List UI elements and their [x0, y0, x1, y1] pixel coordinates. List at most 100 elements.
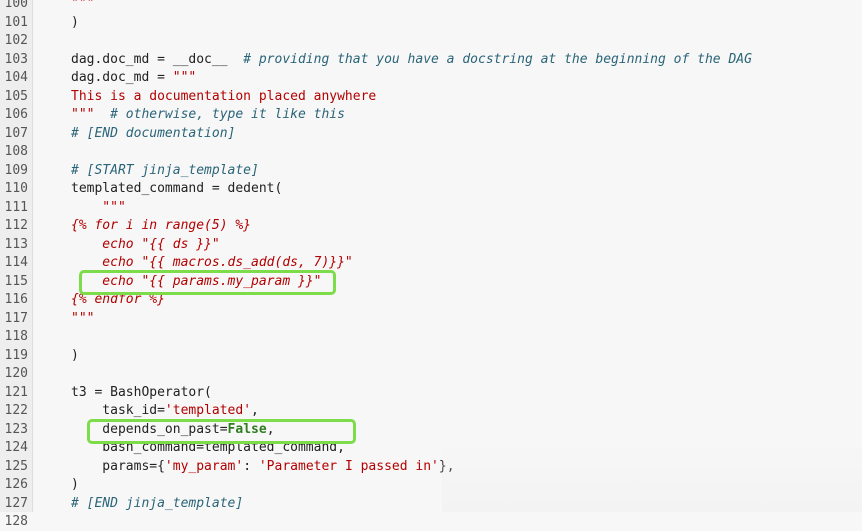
line-number: 126 — [4, 477, 28, 492]
line-number: 118 — [4, 329, 28, 344]
code-token: """ — [71, 107, 95, 122]
line-number: 113 — [4, 236, 28, 252]
code-text: # [START jinja_template] — [71, 162, 259, 180]
code-token: 'my_param' — [164, 458, 244, 474]
code-text: dag.doc_md = __doc__ # providing that yo… — [71, 51, 752, 69]
code-text: depends_on_past=False, — [71, 421, 275, 439]
code-line: 128 — [0, 513, 862, 531]
code-token: """ — [71, 310, 95, 326]
code-token: # [END documentation] — [71, 125, 236, 141]
code-text: echo "{{ params.my_param }}" — [71, 273, 321, 291]
code-text: """ — [71, 310, 94, 328]
code-line: 106 """ # otherwise, type it like this — [0, 106, 862, 124]
code-line: 122 task_id='templated', — [0, 402, 862, 420]
code-token: echo "{{ ds }}" — [71, 236, 220, 252]
code-line: 102 — [0, 32, 862, 50]
line-number: 101 — [4, 14, 28, 30]
code-line: 114 echo "{{ macros.ds_add(ds, 7)}}" — [0, 254, 862, 272]
code-text: """ — [71, 199, 126, 217]
code-token: 'Parameter I passed in' — [258, 458, 439, 474]
line-number: 104 — [4, 70, 28, 85]
code-token: ) — [71, 477, 79, 492]
code-token: This is a documentation placed anywhere — [71, 88, 377, 104]
line-number: 114 — [4, 255, 28, 270]
code-token: dag.doc_md = — [71, 70, 173, 85]
code-line: 112 {% for i in range(5) %} — [0, 217, 862, 235]
code-text: echo "{{ macros.ds_add(ds, 7)}}" — [71, 254, 352, 272]
code-line: 110 templated_command = dedent( — [0, 180, 862, 198]
line-number: 125 — [4, 458, 28, 474]
code-line: 104 dag.doc_md = """ — [0, 69, 862, 87]
line-number: 108 — [4, 144, 28, 159]
line-number: 127 — [4, 495, 28, 511]
code-token: {% for i in range(5) %} — [71, 218, 252, 233]
code-text: params={'my_param': 'Parameter I passed … — [71, 458, 455, 476]
code-token: """ — [172, 70, 197, 85]
line-number: 124 — [4, 440, 28, 455]
code-line: 116 {% endfor %} — [0, 291, 862, 309]
code-token: }, — [438, 458, 455, 474]
code-line: 124 bash_command=templated_command, — [0, 439, 862, 457]
code-token: False — [227, 421, 267, 437]
code-line: 111 """ — [0, 199, 862, 217]
line-number: 110 — [4, 181, 28, 196]
code-text: dag.doc_md = """ — [71, 69, 196, 87]
code-text: templated_command = dedent( — [71, 180, 282, 198]
line-number: 128 — [4, 514, 28, 529]
code-token: , — [266, 421, 275, 437]
line-number: 117 — [4, 310, 28, 326]
code-token: """ — [71, 0, 95, 11]
code-token: params={ — [71, 458, 165, 474]
code-viewer: 100 """ 101) 102 103 dag.doc_md = __doc__ # p… — [0, 0, 862, 529]
code-line: 107 # [END documentation] — [0, 125, 862, 143]
code-line: 109 # [START jinja_template] — [0, 162, 862, 180]
code-text: """ — [71, 0, 94, 13]
code-token: # otherwise, type it like this — [94, 107, 345, 122]
code-line: 118 — [0, 328, 862, 346]
code-token: echo "{{ params.my_param }}" — [71, 273, 322, 289]
line-number: 116 — [4, 292, 28, 307]
code-line: 119) — [0, 347, 862, 365]
code-text: {% for i in range(5) %} — [71, 217, 251, 235]
code-text: This is a documentation placed anywhere — [71, 88, 376, 106]
code-text: ) — [71, 476, 79, 494]
code-token: dag.doc_md = __doc__ — [71, 51, 244, 67]
code-text: ) — [71, 347, 79, 365]
code-text: # [END documentation] — [71, 125, 235, 143]
line-number: 120 — [4, 366, 28, 381]
code-line: 105 This is a documentation placed anywhe… — [0, 88, 862, 106]
code-token: templated_command = dedent( — [71, 181, 283, 196]
code-text: task_id='templated', — [71, 402, 259, 420]
code-text: echo "{{ ds }}" — [71, 236, 220, 254]
code-line: 108 — [0, 143, 862, 161]
line-number: 123 — [4, 421, 28, 437]
line-number: 112 — [4, 218, 28, 233]
line-number: 119 — [4, 347, 28, 363]
code-token: ) — [71, 347, 79, 363]
line-number: 107 — [4, 125, 28, 141]
line-number: 102 — [4, 33, 28, 48]
line-number: 105 — [4, 88, 28, 104]
code-line: 100 """ — [0, 0, 862, 13]
code-text: bash_command=templated_command, — [71, 439, 345, 457]
code-line: 115 echo "{{ params.my_param }}" — [0, 273, 862, 291]
code-line: 103 dag.doc_md = __doc__ # providing that… — [0, 51, 862, 69]
code-line: 113 echo "{{ ds }}" — [0, 236, 862, 254]
code-line: 125 params={'my_param': 'Parameter I pas… — [0, 458, 862, 476]
code-token: # [START jinja_template] — [71, 162, 259, 178]
code-token: task_id= — [71, 403, 165, 418]
code-text: ) — [71, 14, 79, 32]
code-line: 120 — [0, 365, 862, 383]
line-number: 106 — [4, 107, 28, 122]
code-text: """ # otherwise, type it like this — [71, 106, 345, 124]
line-number: 109 — [4, 162, 28, 178]
code-text: t3 = BashOperator( — [71, 384, 212, 402]
code-text: {% endfor %} — [71, 291, 165, 309]
code-token: # providing that you have a docstring at… — [243, 51, 752, 67]
code-line: 121 t3 = BashOperator( — [0, 384, 862, 402]
code-line: 127 # [END jinja_template] — [0, 495, 862, 513]
code-token: : — [243, 458, 259, 474]
code-line: 126) — [0, 476, 862, 494]
code-line: 117 """ — [0, 310, 862, 328]
line-number: 121 — [4, 384, 28, 400]
